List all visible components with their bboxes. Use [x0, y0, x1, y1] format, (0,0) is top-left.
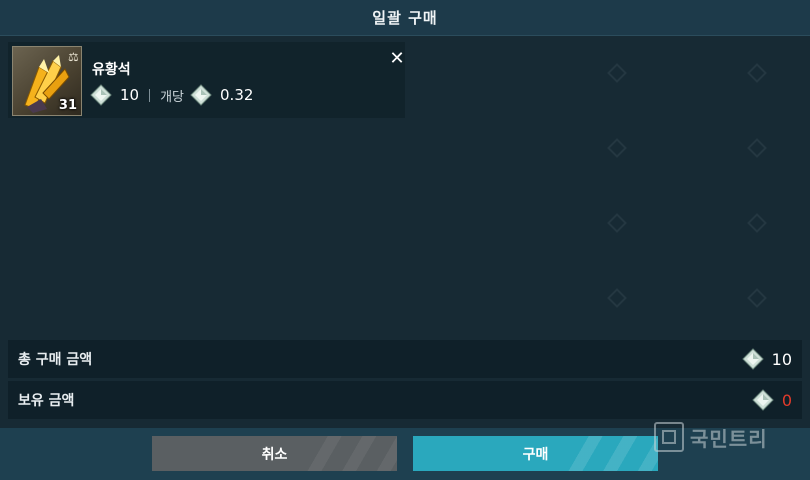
buy-button[interactable]: 구매 [413, 436, 658, 471]
total-purchase-amount: 10 [741, 348, 792, 370]
item-quantity: 31 [58, 98, 77, 113]
item-card: ⚖ 31 유황석 10 개당 0.32 ✕ [8, 42, 405, 118]
price-divider [149, 88, 151, 102]
owned-amount: 0 [752, 389, 792, 411]
item-name: 유황석 [92, 62, 131, 78]
dialog-title-bar: 일괄 구매 [0, 0, 810, 36]
item-price-row: 10 개당 0.32 [90, 84, 254, 106]
owned-amount-row: 보유 금액 0 [8, 381, 802, 419]
owned-amount-label: 보유 금액 [18, 393, 75, 409]
crystal-gem-icon [90, 84, 112, 106]
total-purchase-value: 10 [771, 349, 792, 369]
scale-icon: ⚖ [68, 50, 79, 64]
watermark-text: 국민트리 [690, 426, 768, 451]
background-pattern [570, 36, 810, 336]
buy-button-label: 구매 [522, 446, 549, 463]
total-purchase-label: 총 구매 금액 [18, 352, 93, 368]
sulfur-crystal-icon: ⚖ 31 [12, 46, 82, 116]
dialog-title: 일괄 구매 [372, 9, 438, 27]
owned-amount-value: 0 [781, 390, 792, 410]
item-unit-price: 0.32 [220, 86, 254, 104]
remove-item-close-icon[interactable]: ✕ [388, 50, 406, 68]
item-total-price: 10 [120, 86, 140, 104]
crystal-gem-icon [752, 389, 774, 411]
crystal-gem-icon [741, 348, 764, 370]
watermark: 국민트리 [654, 422, 768, 452]
total-purchase-row: 총 구매 금액 10 [8, 340, 802, 378]
cancel-button-label: 취소 [261, 446, 288, 463]
crystal-gem-icon [190, 84, 212, 106]
cancel-button[interactable]: 취소 [152, 436, 397, 471]
per-unit-label: 개당 [160, 89, 185, 105]
watermark-logo-icon [654, 422, 684, 452]
